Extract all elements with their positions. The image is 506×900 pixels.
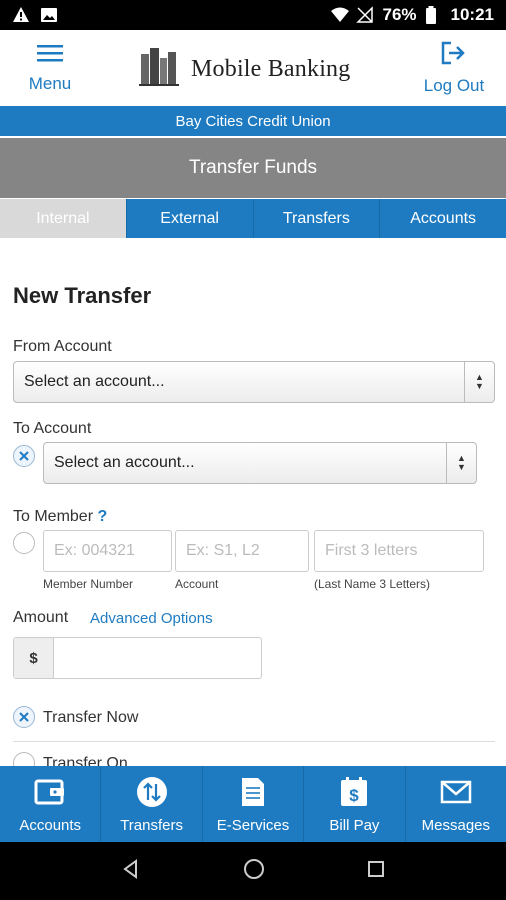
- document-icon: [236, 775, 270, 809]
- amount-input[interactable]: [54, 638, 261, 678]
- to-account-value: Select an account...: [54, 454, 195, 471]
- transfer-form: New Transfer From Account Select an acco…: [0, 238, 506, 766]
- nav-e-services[interactable]: E-Services: [201, 766, 303, 842]
- bottom-navigation: Accounts Transfers E-Services $ Bill Pay…: [0, 766, 506, 842]
- divider: [13, 741, 495, 742]
- no-signal-icon: [356, 6, 374, 24]
- image-icon: [40, 6, 58, 24]
- logout-button[interactable]: Log Out: [402, 30, 506, 106]
- nav-bill-pay[interactable]: $ Bill Pay: [303, 766, 404, 842]
- hamburger-icon: [37, 43, 63, 68]
- member-account-input[interactable]: Ex: S1, L2: [175, 530, 309, 572]
- nav-accounts[interactable]: Accounts: [0, 766, 100, 842]
- tab-external[interactable]: External: [125, 199, 253, 238]
- clock: 10:21: [450, 5, 494, 24]
- advanced-options-link[interactable]: Advanced Options: [90, 610, 213, 627]
- from-account-label: From Account: [13, 338, 112, 355]
- to-account-label: To Account: [13, 420, 92, 437]
- select-arrows-icon: ▲ ▼: [464, 362, 494, 402]
- select-arrows-icon: ▲ ▼: [446, 443, 476, 483]
- nav-messages[interactable]: Messages: [404, 766, 506, 842]
- transfer-now-radio[interactable]: [13, 706, 35, 728]
- member-number-label: Member Number: [43, 577, 134, 591]
- status-bar: 76% 10:21: [0, 0, 506, 30]
- radio-check-icon: [19, 451, 29, 461]
- page-title: Transfer Funds: [0, 138, 506, 198]
- last-name-label: (Last Name 3 Letters): [314, 577, 431, 591]
- form-heading: New Transfer: [13, 283, 152, 308]
- help-icon[interactable]: ?: [97, 508, 107, 525]
- bill-dollar-icon: $: [337, 775, 371, 809]
- mobile-banking-logo: Mobile Banking: [135, 42, 375, 96]
- radio-check-icon: [19, 712, 29, 722]
- logo-text: Mobile Banking: [191, 55, 351, 82]
- svg-text:$: $: [350, 786, 360, 805]
- member-account-label: Account: [175, 577, 219, 591]
- transfer-tabs: Internal External Transfers Accounts: [0, 199, 506, 238]
- transfer-on-radio[interactable]: [13, 752, 35, 766]
- system-navigation-bar: [0, 842, 506, 900]
- home-icon[interactable]: [243, 858, 265, 885]
- wifi-icon: [330, 6, 350, 24]
- to-account-select[interactable]: Select an account... ▲ ▼: [43, 442, 477, 484]
- tab-accounts[interactable]: Accounts: [379, 199, 506, 238]
- back-icon[interactable]: [121, 858, 141, 884]
- tab-transfers[interactable]: Transfers: [252, 199, 380, 238]
- battery-icon: [425, 6, 443, 24]
- last-name-input[interactable]: First 3 letters: [314, 530, 484, 572]
- battery-percent: 76%: [382, 5, 417, 24]
- logout-label: Log Out: [423, 75, 485, 95]
- to-member-label: To Member ?: [13, 508, 108, 525]
- credit-union-banner: Bay Cities Credit Union: [0, 106, 506, 136]
- nav-transfers[interactable]: Transfers: [100, 766, 201, 842]
- building-logo-icon: [135, 44, 185, 94]
- warning-icon: [12, 6, 30, 24]
- wallet-icon: [33, 775, 67, 809]
- from-account-value: Select an account...: [24, 373, 165, 390]
- transfer-now-label: Transfer Now: [43, 709, 139, 726]
- tab-internal[interactable]: Internal: [0, 199, 126, 238]
- logout-icon: [441, 41, 467, 70]
- member-number-input[interactable]: Ex: 004321: [43, 530, 172, 572]
- envelope-icon: [439, 775, 473, 809]
- amount-label: Amount: [13, 609, 69, 626]
- menu-button[interactable]: Menu: [0, 30, 100, 106]
- amount-field: $: [13, 637, 262, 679]
- to-account-radio[interactable]: [13, 445, 35, 467]
- transfer-on-label: Transfer On: [43, 755, 128, 766]
- from-account-select[interactable]: Select an account... ▲ ▼: [13, 361, 495, 403]
- recents-icon[interactable]: [367, 860, 385, 883]
- menu-label: Menu: [28, 73, 72, 93]
- currency-symbol: $: [14, 638, 54, 678]
- app-header: Menu Mobile Banking Log Out: [0, 30, 506, 106]
- to-member-radio[interactable]: [13, 532, 35, 554]
- transfer-arrows-icon: [135, 775, 169, 809]
